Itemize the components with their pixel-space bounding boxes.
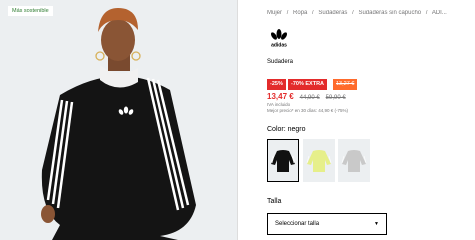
size-select-placeholder: Seleccionar talla [275, 221, 320, 227]
price-row: 13,47 € 44,90 € 59,90 € [267, 92, 346, 101]
discount-pill: -25% [267, 79, 286, 90]
adidas-logo: adidas [270, 29, 287, 48]
current-price: 13,47 € [267, 92, 294, 101]
breadcrumb-item[interactable]: ADI... [432, 10, 447, 16]
color-swatch-yellow[interactable] [303, 139, 335, 182]
sweatshirt-thumbnail [270, 149, 296, 172]
product-name: Sudadera [267, 59, 294, 65]
color-swatch-black[interactable] [267, 139, 299, 182]
original-price: 59,90 € [325, 95, 346, 101]
breadcrumb-separator: / [352, 10, 354, 16]
breadcrumb-separator: / [425, 10, 428, 16]
size-select[interactable]: Seleccionar talla ▼ [267, 213, 387, 235]
breadcrumb-item[interactable]: Ropa [293, 10, 307, 16]
color-swatch-grey[interactable] [338, 139, 370, 182]
best-price-note: Mejor precio* en 30 días: 44,90 € (-75%) [267, 108, 349, 113]
breadcrumb-item[interactable]: Sudaderas sin capucho [358, 10, 421, 16]
breadcrumb-item[interactable]: Mujer [267, 10, 282, 16]
product-image-gallery[interactable]: Más sostenible [0, 0, 237, 240]
breadcrumb-separator: / [286, 10, 289, 16]
tax-note: IVA incluido [267, 102, 291, 107]
brand-name: adidas [271, 43, 287, 48]
size-label: Talla [267, 198, 282, 205]
breadcrumb: Mujer / Ropa / Sudaderas / Sudaderas sin… [267, 10, 473, 16]
sustainable-badge: Más sostenible [8, 6, 53, 16]
extra-price-value: 13,27 € [336, 81, 355, 87]
product-info-panel: Mujer / Ropa / Sudaderas / Sudaderas sin… [267, 0, 475, 240]
extra-price-pill: 13,27 € [333, 79, 358, 90]
product-photo [0, 0, 237, 240]
breadcrumb-separator: / [312, 10, 314, 16]
breadcrumb-item[interactable]: Sudaderas [318, 10, 347, 16]
previous-price: 44,90 € [299, 95, 320, 101]
chevron-down-icon: ▼ [374, 221, 379, 227]
sweatshirt-thumbnail [306, 149, 332, 172]
sweatshirt-thumbnail [341, 149, 367, 172]
color-label: Color: negro [267, 126, 306, 133]
gallery-divider [237, 0, 238, 240]
extra-discount-pill: -70% EXTRA [288, 79, 328, 90]
